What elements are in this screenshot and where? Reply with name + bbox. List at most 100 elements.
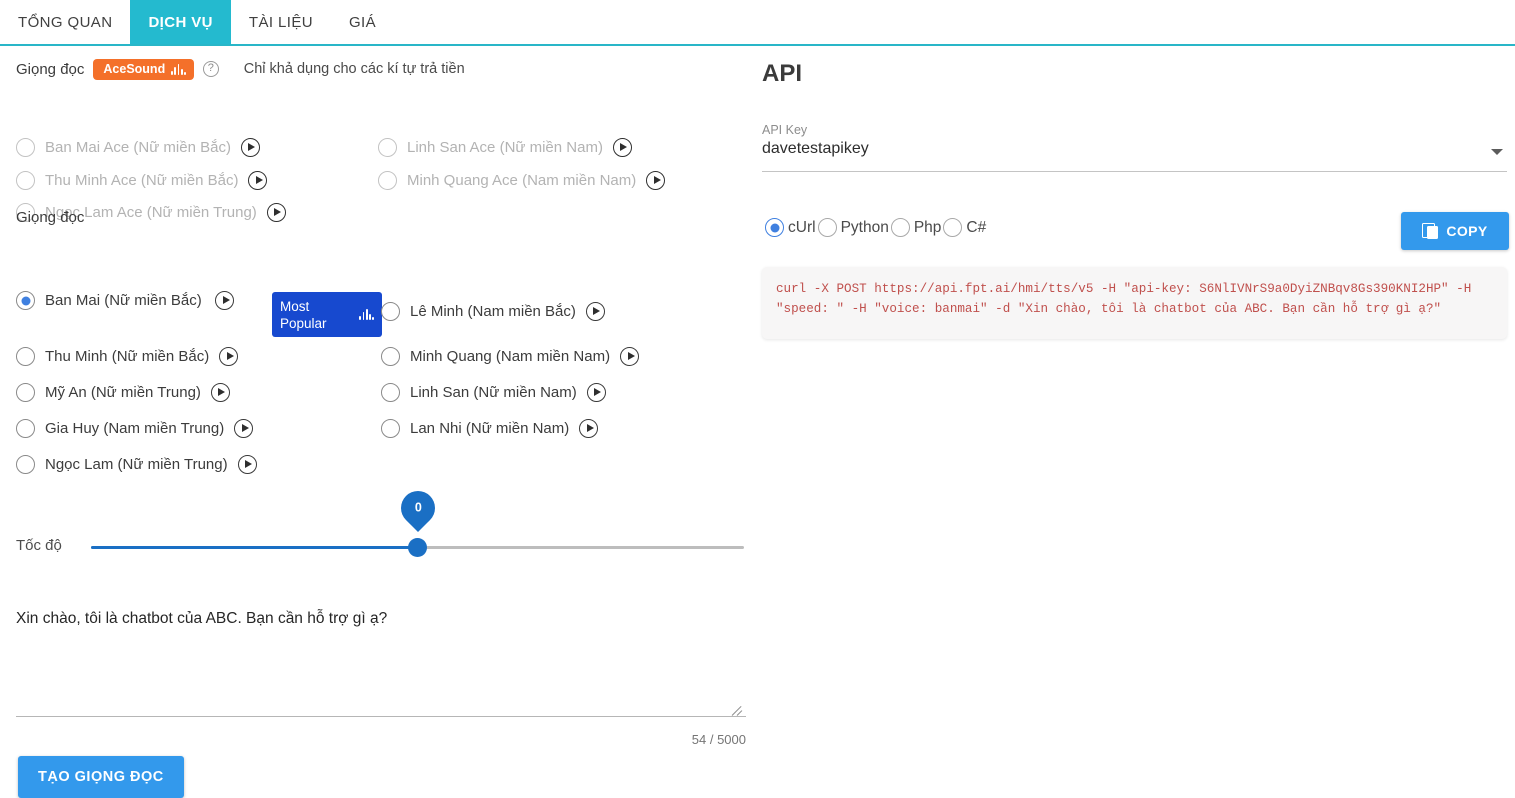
help-icon[interactable]: ? (202, 61, 219, 78)
voice-label: Minh Quang Ace (Nam miền Nam) (407, 172, 637, 189)
play-icon-ngoc-lam-ace[interactable] (266, 203, 286, 222)
voice-option-lan-nhi[interactable]: Lan Nhi (Nữ miền Nam) (381, 419, 599, 438)
radio-csharp[interactable] (943, 218, 963, 237)
lang-label-python: Python (840, 218, 889, 236)
play-icon-ngoc-lam[interactable] (237, 455, 257, 474)
voice-option-thu-minh-ace[interactable]: Thu Minh Ace (Nữ miền Bắc) (16, 171, 268, 190)
voice-label: Linh San (Nữ miền Nam) (410, 384, 577, 401)
play-icon-linh-san[interactable] (586, 383, 606, 402)
voice-option-linh-san-ace[interactable]: Linh San Ace (Nữ miền Nam) (378, 138, 632, 157)
character-counter: 54 / 5000 (691, 732, 746, 747)
copy-button-label: COPY (1446, 223, 1488, 239)
radio-thu-minh[interactable] (16, 347, 35, 366)
tab-dich-vu[interactable]: DỊCH VỤ (130, 0, 231, 44)
lang-label-csharp: C# (966, 218, 987, 236)
play-icon-le-minh[interactable] (585, 302, 605, 321)
voice-option-linh-san[interactable]: Linh San (Nữ miền Nam) (381, 383, 606, 402)
voice-label: Thu Minh (Nữ miền Bắc) (45, 348, 210, 365)
play-icon-minh-quang-ace[interactable] (646, 171, 666, 190)
tab-tong-quan[interactable]: TỔNG QUAN (0, 0, 130, 44)
most-popular-label: Most Popular (280, 298, 327, 331)
play-icon-ban-mai-ace[interactable] (240, 138, 260, 157)
voice-option-thu-minh[interactable]: Thu Minh (Nữ miền Bắc) (16, 347, 239, 366)
radio-minh-quang-ace[interactable] (378, 171, 397, 190)
most-popular-badge: Most Popular (272, 292, 382, 337)
radio-my-an[interactable] (16, 383, 35, 402)
play-icon-gia-huy[interactable] (234, 419, 254, 438)
service-config-panel: Giọng đọc AceSound ? Chỉ khả dụng cho cá… (0, 46, 755, 798)
generate-voice-button[interactable]: TẠO GIỌNG ĐỌC (18, 756, 184, 798)
radio-le-minh[interactable] (381, 302, 400, 321)
voice-option-my-an[interactable]: Mỹ An (Nữ miền Trung) (16, 383, 230, 402)
speed-label: Tốc độ (16, 537, 62, 554)
acesound-section-label: Giọng đọc (16, 60, 85, 78)
api-panel-title: API (762, 60, 803, 87)
play-icon-thu-minh-ace[interactable] (248, 171, 268, 190)
voice-label: Gia Huy (Nam miền Trung) (45, 420, 225, 437)
radio-ban-mai-ace[interactable] (16, 138, 35, 157)
voice-label: Ngọc Lam (Nữ miền Trung) (45, 456, 228, 473)
language-radio-group: cUrl Python Php C# (765, 218, 988, 237)
tts-text-input[interactable] (16, 602, 746, 717)
radio-linh-san-ace[interactable] (378, 138, 397, 157)
tab-tai-lieu[interactable]: TÀI LIỆU (231, 0, 331, 44)
radio-python[interactable] (817, 218, 837, 237)
api-code-snippet: curl -X POST https://api.fpt.ai/hmi/tts/… (762, 267, 1507, 339)
copy-icon (1422, 222, 1439, 240)
tab-gia[interactable]: GIÁ (331, 0, 394, 44)
voice-label: Ban Mai (Nữ miền Bắc) (45, 292, 202, 309)
api-key-label: API Key (762, 123, 808, 137)
acesound-badge[interactable]: AceSound (93, 59, 194, 80)
paid-only-hint: Chỉ khả dụng cho các kí tự trả tiền (243, 61, 465, 78)
lang-option-curl[interactable]: cUrl (765, 218, 818, 237)
radio-ban-mai[interactable] (16, 291, 35, 310)
play-icon-lan-nhi[interactable] (579, 419, 599, 438)
voice-label: Mỹ An (Nữ miền Trung) (45, 384, 201, 401)
play-icon-ban-mai[interactable] (215, 291, 234, 310)
slider-value: 0 (414, 501, 422, 516)
radio-linh-san[interactable] (381, 383, 400, 402)
main-tab-bar: TỔNG QUAN DỊCH VỤ TÀI LIỆU GIÁ (0, 0, 1515, 46)
lang-label-php: Php (913, 218, 942, 236)
voice-option-ban-mai-ace[interactable]: Ban Mai Ace (Nữ miền Bắc) (16, 138, 260, 157)
radio-ngoc-lam[interactable] (16, 455, 35, 474)
sound-wave-icon (171, 63, 186, 75)
play-icon-thu-minh[interactable] (219, 347, 239, 366)
voice-label: Thu Minh Ace (Nữ miền Bắc) (45, 172, 239, 189)
radio-minh-quang[interactable] (381, 347, 400, 366)
speed-slider-group: Tốc độ 0 (16, 483, 746, 576)
voice-label: Lê Minh (Nam miền Bắc) (410, 303, 576, 320)
lang-option-python[interactable]: Python (817, 218, 891, 237)
slider-thumb[interactable] (408, 538, 427, 557)
play-icon-linh-san-ace[interactable] (612, 138, 632, 157)
voice-option-le-minh[interactable]: Lê Minh (Nam miền Bắc) (381, 302, 605, 321)
tts-text-area-wrapper (16, 602, 746, 722)
play-icon-my-an[interactable] (210, 383, 230, 402)
voice-option-gia-huy[interactable]: Gia Huy (Nam miền Trung) (16, 419, 254, 438)
voice-label: Lan Nhi (Nữ miền Nam) (410, 420, 570, 437)
voice-option-minh-quang-ace[interactable]: Minh Quang Ace (Nam miền Nam) (378, 171, 666, 190)
acesound-voice-section-header: Giọng đọc AceSound ? Chỉ khả dụng cho cá… (16, 59, 465, 80)
play-icon-minh-quang[interactable] (620, 347, 640, 366)
lang-label-curl: cUrl (788, 218, 816, 236)
slider-track-fill (91, 546, 418, 549)
lang-option-csharp[interactable]: C# (943, 218, 988, 237)
standard-voice-section-header: Giọng đọc (16, 209, 84, 226)
radio-curl[interactable] (765, 218, 784, 237)
lang-option-php[interactable]: Php (890, 218, 944, 237)
voice-label: Ban Mai Ace (Nữ miền Bắc) (45, 139, 231, 156)
radio-thu-minh-ace[interactable] (16, 171, 35, 190)
voice-option-ban-mai[interactable]: Ban Mai (Nữ miền Bắc) (16, 291, 266, 310)
standard-section-label: Giọng đọc (16, 209, 85, 226)
radio-php[interactable] (890, 218, 910, 237)
voice-option-minh-quang[interactable]: Minh Quang (Nam miền Nam) (381, 347, 640, 366)
api-key-select[interactable]: davetestapikey (762, 140, 1507, 172)
voice-option-ngoc-lam[interactable]: Ngọc Lam (Nữ miền Trung) (16, 455, 257, 474)
radio-lan-nhi[interactable] (381, 419, 400, 438)
sound-wave-icon (359, 309, 374, 320)
voice-label: Minh Quang (Nam miền Nam) (410, 348, 611, 365)
radio-gia-huy[interactable] (16, 419, 35, 438)
chevron-down-icon[interactable] (1491, 149, 1503, 155)
copy-code-button[interactable]: COPY (1401, 212, 1509, 250)
voice-label: Linh San Ace (Nữ miền Nam) (407, 139, 603, 156)
